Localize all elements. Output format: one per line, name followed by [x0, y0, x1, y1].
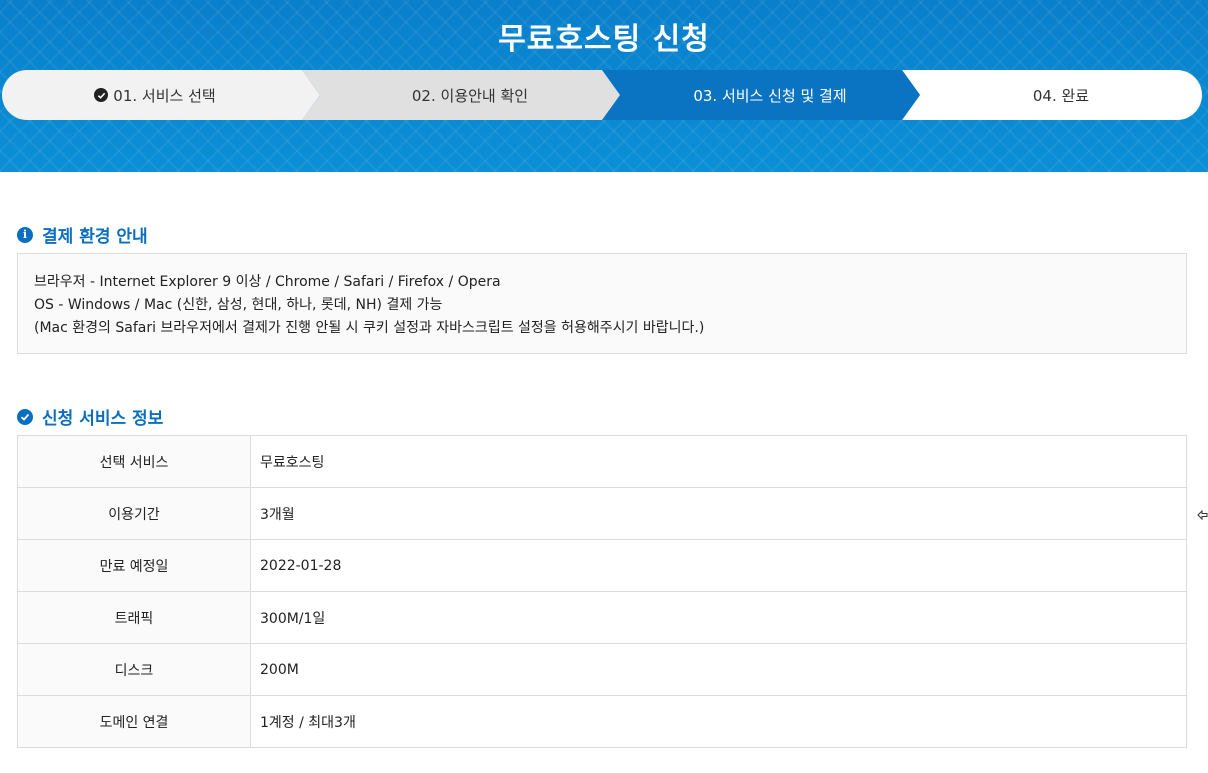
row-label: 선택 서비스 — [17, 435, 251, 488]
step-label: 02. 이용안내 확인 — [411, 86, 529, 105]
table-row: 선택 서비스 무료호스팅 — [17, 435, 1187, 488]
step-label: 01. 서비스 선택 — [113, 86, 216, 105]
row-label: 디스크 — [17, 643, 251, 696]
row-label: 트래픽 — [17, 591, 251, 644]
step-select-service: 01. 서비스 선택 — [2, 70, 320, 120]
check-circle-icon — [94, 88, 109, 102]
step-label: 03. 서비스 신청 및 결제 — [693, 86, 847, 105]
row-value: 1계정 / 최대3개 — [250, 695, 1187, 748]
row-value: 무료호스팅 — [250, 435, 1187, 488]
service-info-table: 선택 서비스 무료호스팅 이용기간 3개월 만료 예정일 2022-01-28 … — [17, 435, 1187, 748]
payment-env-title: 결제 환경 안내 — [42, 227, 148, 247]
table-row: 디스크 200M — [17, 643, 1187, 696]
step-confirm-guide: 02. 이용안내 확인 — [302, 70, 620, 120]
row-label: 만료 예정일 — [17, 539, 251, 592]
step-complete: 04. 완료 — [902, 70, 1202, 120]
row-value: 3개월 — [250, 487, 1187, 540]
step-label: 04. 완료 — [1032, 86, 1090, 105]
table-row: 이용기간 3개월 — [17, 487, 1187, 540]
table-row: 트래픽 300M/1일 — [17, 591, 1187, 644]
row-label: 도메인 연결 — [17, 695, 251, 748]
step-apply-and-pay: 03. 서비스 신청 및 결제 — [602, 70, 920, 120]
row-label: 이용기간 — [17, 487, 251, 540]
progress-steps: 01. 서비스 선택 02. 이용안내 확인 03. 서비스 신청 및 결제 0… — [2, 70, 1202, 120]
check-circle-icon — [17, 408, 33, 425]
table-row: 만료 예정일 2022-01-28 — [17, 539, 1187, 592]
row-value: 200M — [250, 643, 1187, 696]
table-row: 도메인 연결 1계정 / 최대3개 — [17, 695, 1187, 748]
page-title: 무료호스팅 신청 — [498, 22, 710, 57]
payment-env-line: (Mac 환경의 Safari 브라우저에서 결제가 진행 안될 시 쿠키 설정… — [34, 320, 705, 336]
payment-env-line: 브라우저 - Internet Explorer 9 이상 / Chrome /… — [34, 274, 501, 290]
row-value: 300M/1일 — [250, 591, 1187, 644]
info-icon: i — [17, 226, 33, 243]
payment-env-box: 브라우저 - Internet Explorer 9 이상 / Chrome /… — [17, 253, 1187, 354]
service-info-title: 신청 서비스 정보 — [42, 409, 164, 429]
pointer-cursor-icon — [1197, 509, 1208, 521]
row-value: 2022-01-28 — [250, 539, 1187, 592]
payment-env-heading: i 결제 환경 안내 — [17, 222, 148, 247]
payment-env-line: OS - Windows / Mac (신한, 삼성, 현대, 하나, 롯데, … — [34, 297, 443, 313]
service-info-heading: 신청 서비스 정보 — [17, 404, 163, 429]
header-banner: 무료호스팅 신청 01. 서비스 선택 02. 이용안내 확인 03. 서비스 … — [0, 0, 1208, 172]
